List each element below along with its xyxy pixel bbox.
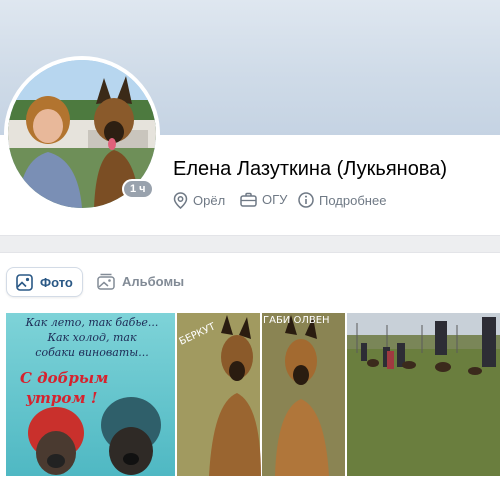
work-label: ОГУ	[262, 192, 288, 207]
meme-caption-line: Как лето, так бабье...	[25, 316, 159, 329]
photo-icon	[16, 273, 33, 291]
tab-albums[interactable]: Альбомы	[88, 267, 193, 295]
location-pin-icon	[173, 192, 188, 209]
info-icon	[298, 192, 314, 208]
details-label: Подробнее	[319, 192, 387, 208]
photo-thumbnail[interactable]: БЕРКУТ ГАБИ ОЛВЕН	[177, 313, 345, 476]
briefcase-icon	[240, 192, 257, 207]
dog-name-label: ГАБИ ОЛВЕН	[263, 315, 330, 326]
city-info[interactable]: Орёл	[173, 192, 225, 209]
meme-caption-line: Как холод, так	[46, 331, 137, 344]
tab-photos-label: Фото	[40, 274, 73, 290]
details-link[interactable]: Подробнее	[298, 192, 386, 208]
photo-thumbnail[interactable]	[347, 313, 500, 476]
photo-thumbnail[interactable]: Как лето, так бабье... Как холод, так со…	[6, 313, 175, 476]
meme-greeting-line: утром !	[25, 389, 97, 407]
albums-icon	[97, 273, 115, 290]
city-label: Орёл	[193, 193, 226, 208]
online-status-badge: 1 ч	[122, 179, 154, 199]
tab-albums-label: Альбомы	[122, 273, 185, 289]
work-info[interactable]: ОГУ	[240, 192, 287, 207]
meme-greeting-line: С добрым	[20, 369, 108, 387]
meme-caption-line: собаки виноваты...	[35, 346, 148, 359]
tab-photos[interactable]: Фото	[6, 267, 83, 297]
profile-name: Елена Лазуткина (Лукьянова)	[173, 158, 447, 180]
